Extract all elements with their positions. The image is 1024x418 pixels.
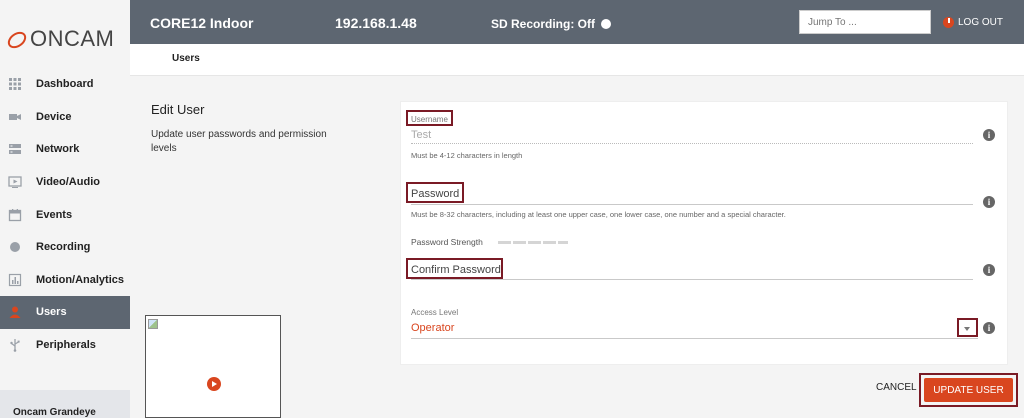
- username-info-icon[interactable]: i: [983, 129, 995, 141]
- power-icon: [943, 17, 954, 28]
- sd-status-dot-icon: [601, 19, 611, 29]
- username-field[interactable]: Test: [411, 129, 431, 141]
- sd-recording-label: SD Recording: Off: [491, 17, 595, 31]
- sidebar-item-recording[interactable]: Recording: [0, 231, 130, 264]
- password-underline: [411, 204, 973, 205]
- logout-button[interactable]: LOG OUT: [943, 17, 1003, 28]
- access-underline: [411, 338, 978, 339]
- page-title: Users: [172, 53, 200, 64]
- logout-label: LOG OUT: [958, 17, 1004, 28]
- username-hint: Must be 4-12 characters in length: [411, 151, 523, 160]
- chevron-down-icon: [964, 327, 970, 331]
- sidebar-item-network[interactable]: Network: [0, 133, 130, 166]
- sidebar-item-peripherals[interactable]: Peripherals: [0, 329, 130, 362]
- grid-icon: [9, 78, 21, 91]
- camera-icon: [9, 113, 21, 120]
- device-name: CORE12 Indoor: [150, 15, 254, 31]
- edit-user-title: Edit User: [151, 102, 205, 117]
- sidebar-item-label: Recording: [36, 241, 91, 254]
- video-preview[interactable]: [145, 315, 281, 418]
- access-info-icon[interactable]: i: [983, 322, 995, 334]
- sidebar-item-label: Motion/Analytics: [36, 273, 125, 286]
- device-ip: 192.168.1.48: [335, 15, 417, 31]
- password-field[interactable]: Password: [411, 188, 459, 200]
- update-button-highlight: UPDATE USER: [919, 373, 1018, 407]
- cancel-button[interactable]: CANCEL: [876, 382, 917, 393]
- sidebar-item-label: Dashboard: [36, 78, 94, 91]
- user-icon: [9, 306, 21, 319]
- access-level-select[interactable]: Operator: [411, 322, 454, 334]
- logo-text: ONCAM: [30, 26, 115, 51]
- sidebar-item-motion-analytics[interactable]: Motion/Analytics: [0, 264, 130, 297]
- confirm-info-icon[interactable]: i: [983, 264, 995, 276]
- sidebar-item-label: Peripherals: [36, 339, 96, 352]
- sidebar-item-video-audio[interactable]: Video/Audio: [0, 166, 130, 199]
- password-strength-label: Password Strength: [411, 237, 483, 247]
- play-icon[interactable]: [207, 377, 221, 391]
- edit-user-form: Username Test i Must be 4-12 characters …: [400, 101, 1008, 365]
- sidebar-item-users[interactable]: Users: [0, 296, 130, 329]
- confirm-underline: [411, 279, 973, 280]
- sidebar-nav: Dashboard Device Network Video/Audio Eve…: [0, 68, 130, 361]
- edit-user-description: Update user passwords and permission lev…: [151, 129, 327, 154]
- sidebar-item-dashboard[interactable]: Dashboard: [0, 68, 130, 101]
- usb-icon: [10, 339, 20, 352]
- password-hint: Must be 8-32 characters, including at le…: [411, 210, 786, 219]
- username-underline: [411, 143, 973, 144]
- confirm-password-field[interactable]: Confirm Password: [411, 264, 501, 276]
- sidebar-footer: Oncam Grandeye: [0, 390, 130, 418]
- sd-recording-status: SD Recording: Off: [491, 17, 611, 31]
- oncam-swoosh-icon: [7, 31, 27, 49]
- sidebar: ONCAM Dashboard Device Network Video/Aud…: [0, 0, 130, 418]
- record-icon: [10, 242, 20, 253]
- username-label: Username: [411, 115, 448, 124]
- server-icon: [9, 144, 21, 155]
- update-user-button[interactable]: UPDATE USER: [924, 378, 1013, 402]
- sidebar-footer-text: Oncam Grandeye: [13, 407, 96, 418]
- jump-to-input[interactable]: [799, 10, 931, 34]
- broken-image-icon: [148, 319, 158, 329]
- video-icon: [8, 176, 22, 189]
- access-level-label: Access Level: [411, 308, 459, 317]
- sidebar-item-label: Video/Audio: [36, 176, 100, 189]
- sidebar-item-device[interactable]: Device: [0, 101, 130, 134]
- sidebar-item-label: Users: [36, 306, 67, 319]
- chart-icon: [8, 273, 22, 286]
- breadcrumb: Users: [130, 44, 1024, 76]
- password-info-icon[interactable]: i: [983, 196, 995, 208]
- sidebar-item-label: Device: [36, 110, 72, 123]
- sidebar-item-label: Network: [36, 143, 80, 156]
- calendar-icon: [8, 208, 22, 221]
- password-strength-meter: [498, 241, 568, 244]
- top-header: CORE12 Indoor 192.168.1.48 SD Recording:…: [130, 0, 1024, 44]
- oncam-logo[interactable]: ONCAM: [6, 24, 114, 54]
- sidebar-item-events[interactable]: Events: [0, 198, 130, 231]
- sidebar-item-label: Events: [36, 208, 73, 221]
